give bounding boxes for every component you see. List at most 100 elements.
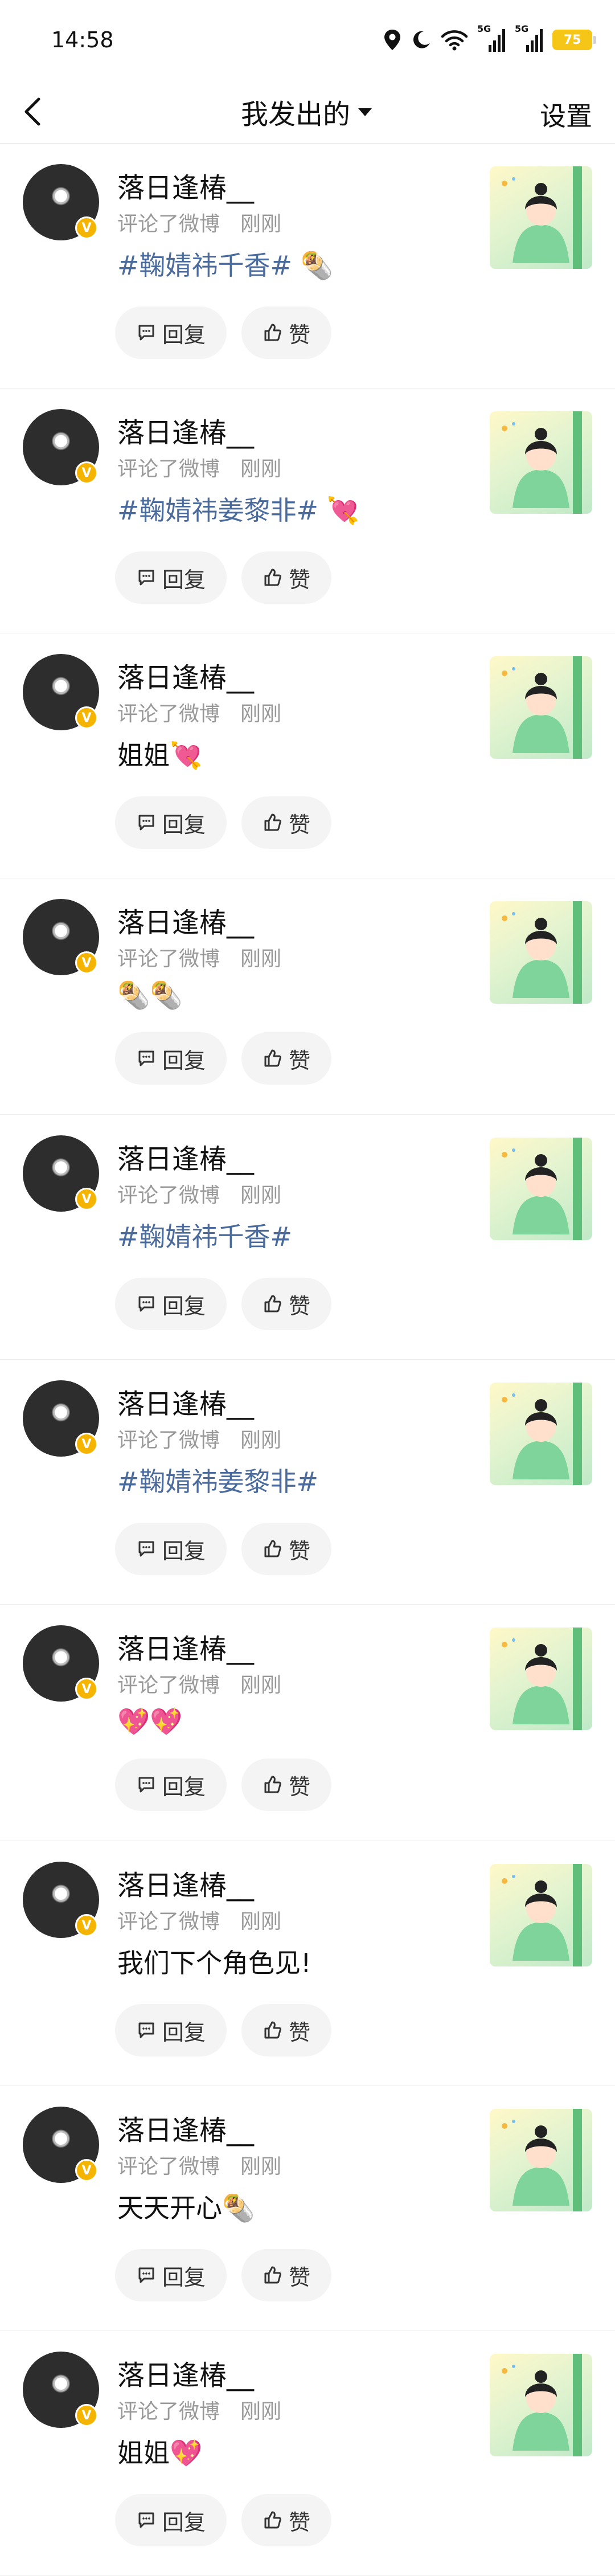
username[interactable]: 落日逢椿__	[117, 2353, 254, 2393]
weibo-thumbnail[interactable]	[490, 2354, 592, 2456]
comment-content[interactable]: 姐姐💘	[117, 735, 202, 772]
thumbs-up-icon	[264, 2511, 281, 2529]
thumbs-up-icon	[264, 1776, 281, 1793]
reply-button[interactable]: 回复	[115, 1759, 227, 1811]
avatar[interactable]: V	[23, 654, 99, 730]
comment-content[interactable]: #鞠婧祎千香#	[117, 1216, 292, 1254]
reply-button[interactable]: 回复	[115, 796, 227, 849]
username[interactable]: 落日逢椿__	[117, 1626, 254, 1666]
username[interactable]: 落日逢椿__	[117, 1863, 254, 1903]
like-button[interactable]: 赞	[241, 1278, 331, 1330]
comment-content[interactable]: #鞠婧祎千香# 🌯	[117, 245, 333, 283]
like-button[interactable]: 赞	[241, 2004, 331, 2056]
reply-button[interactable]: 回复	[115, 551, 227, 604]
comment-item[interactable]: V 落日逢椿__ 评论了微博 刚刚 #鞠婧祎姜黎非# 💘 回复 赞	[0, 389, 615, 633]
verified-badge-icon: V	[75, 2404, 98, 2427]
comment-item[interactable]: V 落日逢椿__ 评论了微博 刚刚 我们下个角色见! 回复 赞	[0, 1841, 615, 2086]
like-label: 赞	[288, 1774, 310, 1800]
reply-button[interactable]: 回复	[115, 2494, 227, 2546]
comment-item[interactable]: V 落日逢椿__ 评论了微博 刚刚 #鞠婧祎千香# 🌯 回复 赞	[0, 144, 615, 389]
reply-button[interactable]: 回复	[115, 2004, 227, 2056]
reply-button[interactable]: 回复	[115, 2249, 227, 2301]
like-label: 赞	[288, 812, 310, 837]
comment-item[interactable]: V 落日逢椿__ 评论了微博 刚刚 天天开心🌯 回复 赞	[0, 2086, 615, 2331]
comment-meta: 评论了微博 刚刚	[117, 2150, 281, 2180]
action-text: 评论了微博	[117, 1674, 220, 1697]
comment-meta: 评论了微博 刚刚	[117, 697, 281, 727]
avatar[interactable]: V	[23, 1862, 99, 1938]
like-button[interactable]: 赞	[241, 2494, 331, 2546]
weibo-thumbnail[interactable]	[490, 656, 592, 759]
username[interactable]: 落日逢椿__	[117, 1136, 254, 1176]
comment-meta: 评论了微博 刚刚	[117, 1905, 281, 1935]
comment-item[interactable]: V 落日逢椿__ 评论了微博 刚刚 姐姐💖 回复 赞	[0, 2331, 615, 2576]
comment-content[interactable]: 我们下个角色见!	[117, 1943, 311, 1980]
avatar[interactable]: V	[23, 2107, 99, 2183]
comment-content[interactable]: 天天开心🌯	[117, 2187, 255, 2225]
weibo-thumbnail[interactable]	[490, 901, 592, 1004]
comment-bubble-icon	[138, 570, 154, 586]
thumbs-up-icon	[264, 324, 281, 341]
action-text: 评论了微博	[117, 1910, 220, 1933]
comment-content[interactable]: 姐姐💖	[117, 2432, 202, 2470]
like-button[interactable]: 赞	[241, 1759, 331, 1811]
comment-item[interactable]: V 落日逢椿__ 评论了微博 刚刚 🌯🌯 回复 赞	[0, 878, 615, 1115]
avatar[interactable]: V	[23, 164, 99, 240]
reply-label: 回复	[162, 1538, 206, 1564]
anime-girl-image	[502, 1138, 582, 1240]
reply-button[interactable]: 回复	[115, 306, 227, 359]
weibo-thumbnail[interactable]	[490, 1383, 592, 1485]
like-button[interactable]: 赞	[241, 796, 331, 849]
signal-bars-icon	[489, 29, 505, 52]
reply-button[interactable]: 回复	[115, 1278, 227, 1330]
signal-bars-icon	[526, 29, 543, 52]
avatar[interactable]: V	[23, 2352, 99, 2428]
anime-girl-image	[502, 2354, 582, 2456]
like-label: 赞	[288, 322, 310, 347]
like-button[interactable]: 赞	[241, 306, 331, 359]
like-button[interactable]: 赞	[241, 551, 331, 604]
like-button[interactable]: 赞	[241, 1032, 331, 1085]
comment-item[interactable]: V 落日逢椿__ 评论了微博 刚刚 #鞠婧祎姜黎非# 回复 赞	[0, 1360, 615, 1605]
wifi-icon	[441, 30, 468, 51]
username[interactable]: 落日逢椿__	[117, 2108, 254, 2148]
weibo-thumbnail[interactable]	[490, 1864, 592, 1966]
settings-button[interactable]: 设置	[540, 96, 592, 133]
timestamp: 刚刚	[240, 702, 282, 726]
username[interactable]: 落日逢椿__	[117, 410, 254, 450]
avatar[interactable]: V	[23, 899, 99, 975]
username[interactable]: 落日逢椿__	[117, 900, 254, 940]
thumbs-up-icon	[264, 813, 281, 831]
weibo-thumbnail[interactable]	[490, 1628, 592, 1730]
weibo-thumbnail[interactable]	[490, 2109, 592, 2211]
timestamp: 刚刚	[240, 2400, 282, 2423]
comment-content[interactable]: #鞠婧祎姜黎非#	[117, 1461, 318, 1499]
comment-item[interactable]: V 落日逢椿__ 评论了微博 刚刚 💖💖 回复 赞	[0, 1605, 615, 1841]
comment-content[interactable]: #鞠婧祎姜黎非# 💘	[117, 490, 359, 528]
weibo-thumbnail[interactable]	[490, 411, 592, 514]
thumbs-up-icon	[264, 1049, 281, 1067]
page-title[interactable]: 我发出的	[241, 92, 350, 132]
comment-item[interactable]: V 落日逢椿__ 评论了微博 刚刚 #鞠婧祎千香# 回复 赞	[0, 1115, 615, 1360]
comment-meta: 评论了微博 刚刚	[117, 1424, 281, 1453]
comment-content[interactable]: 💖💖	[117, 1706, 183, 1737]
comment-content[interactable]: 🌯🌯	[117, 980, 183, 1011]
weibo-thumbnail[interactable]	[490, 166, 592, 269]
avatar[interactable]: V	[23, 1625, 99, 1702]
weibo-thumbnail[interactable]	[490, 1138, 592, 1240]
back-button[interactable]	[17, 95, 51, 129]
like-label: 赞	[288, 2019, 310, 2045]
anime-girl-image	[502, 1864, 582, 1966]
like-button[interactable]: 赞	[241, 1523, 331, 1575]
reply-button[interactable]: 回复	[115, 1523, 227, 1575]
reply-button[interactable]: 回复	[115, 1032, 227, 1085]
avatar[interactable]: V	[23, 1135, 99, 1212]
like-button[interactable]: 赞	[241, 2249, 331, 2301]
caret-down-icon[interactable]	[356, 103, 374, 121]
username[interactable]: 落日逢椿__	[117, 1381, 254, 1421]
avatar[interactable]: V	[23, 1380, 99, 1457]
username[interactable]: 落日逢椿__	[117, 165, 254, 205]
avatar[interactable]: V	[23, 409, 99, 485]
comment-item[interactable]: V 落日逢椿__ 评论了微博 刚刚 姐姐💘 回复 赞	[0, 633, 615, 878]
username[interactable]: 落日逢椿__	[117, 655, 254, 695]
